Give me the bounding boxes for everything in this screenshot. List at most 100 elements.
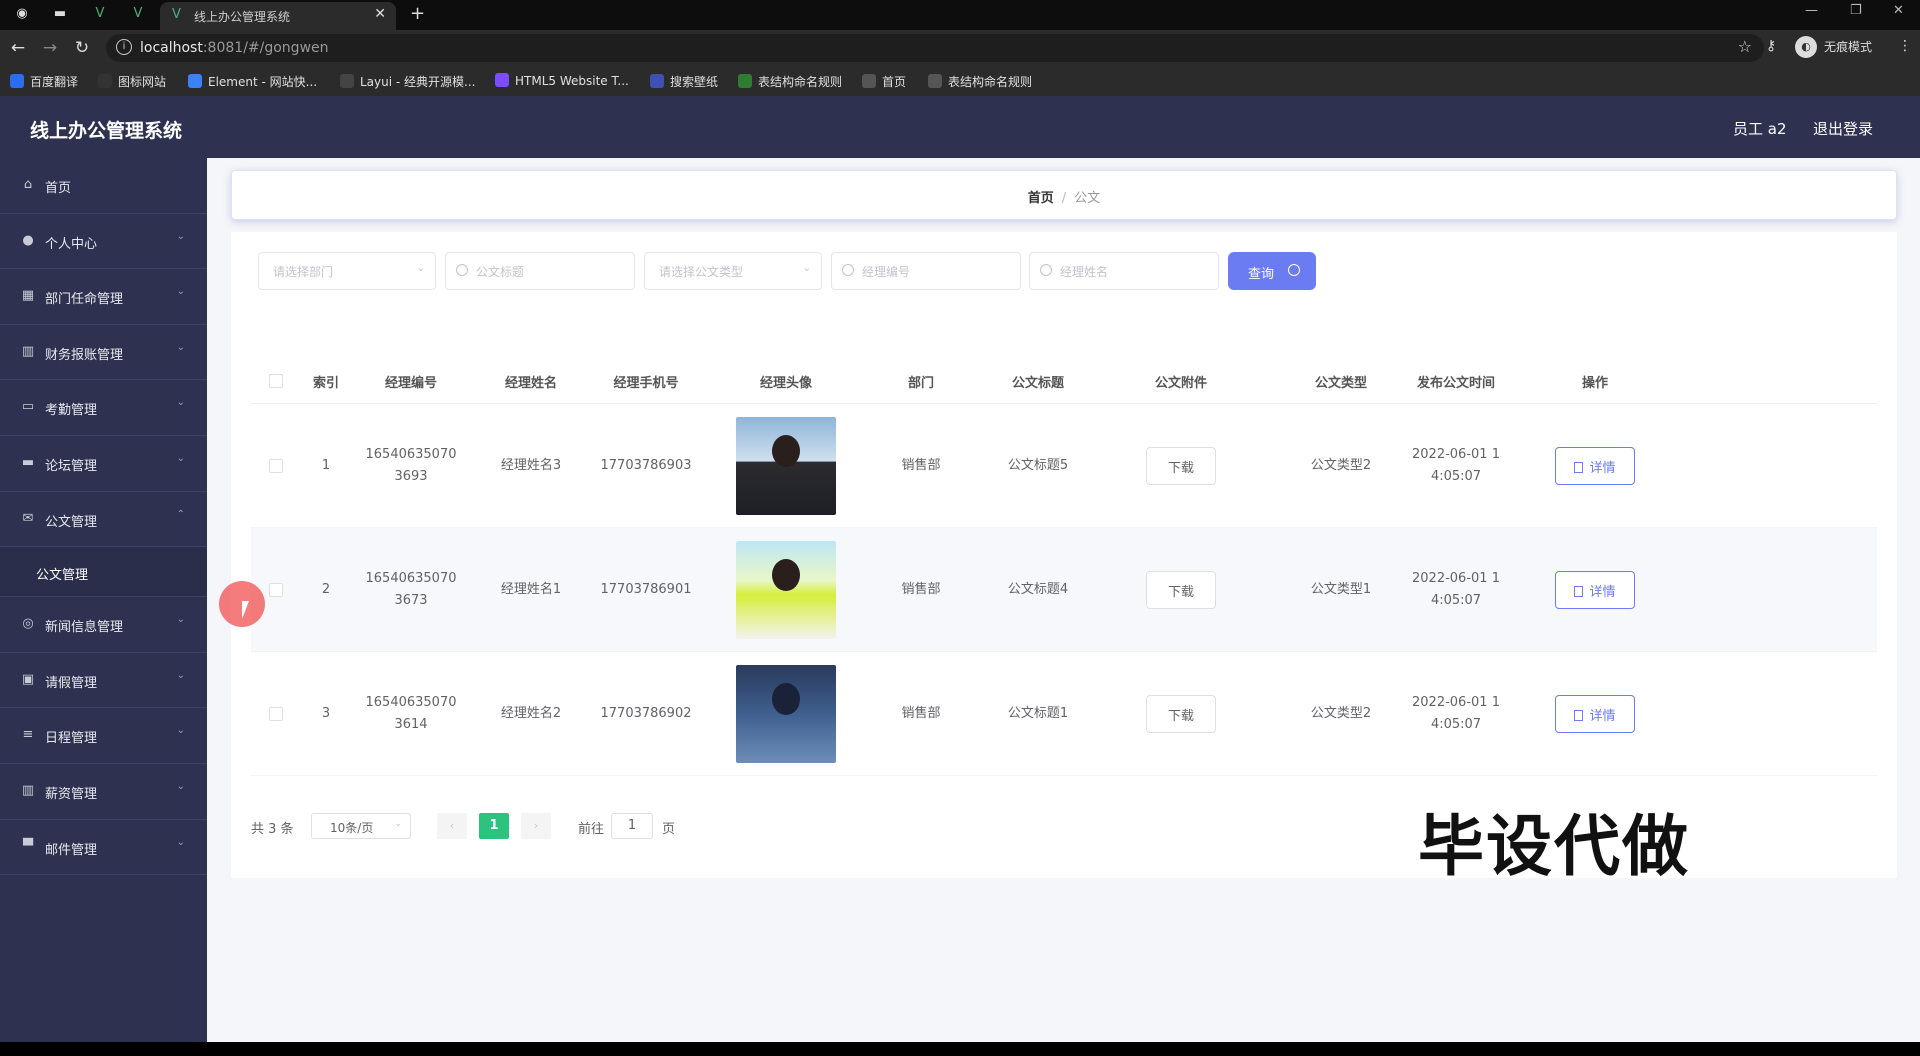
bookmark-item[interactable]: 百度翻译 — [10, 73, 78, 90]
bookmark-item[interactable]: Element - 网站快... — [188, 73, 317, 90]
bookmark-item[interactable]: HTML5 Website T... — [495, 73, 629, 88]
browser-tab-bar: ◉ ▬ V V V 线上办公管理系统 ✕ + — ❐ ✕ — [0, 0, 1920, 30]
bookmark-item[interactable]: 表结构命名规则 — [928, 73, 1032, 90]
incognito-icon[interactable]: ◐ — [1795, 36, 1817, 58]
sidebar-item[interactable]: ▥ 财务报账管理 ⌄ — [0, 325, 207, 381]
document-list-card: 请选择部门 ⌄ 公文标题 请选择公文类型 ⌄ 经理编号 经理姓名 查询 索引 经… — [231, 232, 1897, 878]
sidebar-item[interactable]: ▭ 考勤管理 ⌄ — [0, 380, 207, 436]
department-select[interactable]: 请选择部门 ⌄ — [258, 252, 436, 290]
bookmark-item[interactable]: 搜索壁纸 — [650, 73, 718, 90]
chevron-down-icon: ⌄ — [176, 669, 185, 681]
chevron-down-icon: ⌄ — [176, 614, 185, 626]
sidebar-subitem-doc-management[interactable]: 公文管理 — [0, 547, 207, 598]
active-tab[interactable]: V 线上办公管理系统 ✕ — [160, 2, 396, 30]
page-size-select[interactable]: 10条/页 ⌄ — [311, 813, 411, 839]
doc-title-input[interactable]: 公文标题 — [445, 252, 635, 290]
chevron-down-icon: ⌄ — [176, 286, 185, 298]
sidebar-item[interactable]: ▬ 论坛管理 ⌄ — [0, 436, 207, 492]
manager-name-input[interactable]: 经理姓名 — [1029, 252, 1219, 290]
download-button[interactable]: 下载 — [1146, 571, 1216, 609]
documents-table: 索引 经理编号 经理姓名 经理手机号 经理头像 部门 公文标题 公文附件 公文类… — [251, 354, 1877, 776]
vue-tab-icon-2[interactable]: V — [130, 6, 146, 22]
cell-publish-time-line: 2022-06-01 1 — [1412, 571, 1500, 586]
sidebar-item[interactable]: ▀ 邮件管理 ⌄ — [0, 820, 207, 876]
cell-doc-type: 公文类型2 — [1310, 458, 1372, 473]
sidebar-item[interactable]: ● 个人中心 ⌄ — [0, 214, 207, 270]
key-icon[interactable]: ⚷ — [1766, 38, 1776, 54]
reload-icon[interactable]: ↻ — [72, 38, 92, 58]
row-checkbox[interactable] — [269, 583, 283, 597]
monitor-icon: ▀ — [23, 838, 33, 854]
minimize-icon[interactable]: — — [1805, 3, 1818, 18]
info-icon[interactable]: i — [116, 39, 132, 55]
url-field[interactable]: i localhost:8081/#/gongwen ☆ — [106, 34, 1764, 62]
chevron-down-icon: ⌄ — [416, 263, 425, 274]
query-button[interactable]: 查询 — [1228, 252, 1316, 290]
back-icon[interactable]: ← — [8, 38, 28, 58]
bookmark-item[interactable]: 图标网站 — [98, 73, 166, 90]
bookmarks-bar: 百度翻译 图标网站 Element - 网站快... Layui - 经典开源模...… — [0, 66, 1920, 96]
close-tab-icon[interactable]: ✕ — [374, 6, 386, 22]
sidebar-item[interactable]: ✉ 公文管理 ⌃ — [0, 492, 207, 548]
bookmark-item[interactable]: 首页 — [862, 73, 906, 90]
sidebar-item[interactable]: ▦ 部门任命管理 ⌄ — [0, 269, 207, 325]
prev-page-button[interactable]: ‹ — [437, 813, 467, 839]
breadcrumb-home[interactable]: 首页 — [1028, 191, 1054, 206]
doc-type-select[interactable]: 请选择公文类型 ⌄ — [644, 252, 822, 290]
sidebar-item[interactable]: ≡ 日程管理 ⌄ — [0, 708, 207, 764]
detail-button[interactable]: 详情 — [1555, 447, 1635, 485]
vue-tab-icon[interactable]: V — [92, 6, 108, 22]
sidebar-item-label: 考勤管理 — [45, 403, 98, 419]
detail-button[interactable]: 详情 — [1555, 571, 1635, 609]
cell-manager-phone: 17703786902 — [600, 706, 692, 721]
cell-manager-no: 16540635070 3614 — [351, 692, 471, 736]
cell-manager-no-line: 16540635070 — [365, 695, 457, 710]
sidebar-item-label: 财务报账管理 — [45, 347, 124, 363]
tab-page-icon[interactable]: ▬ — [52, 6, 68, 22]
download-button[interactable]: 下载 — [1146, 695, 1216, 733]
message-icon: ▣ — [21, 671, 35, 687]
bookmark-favicon-icon — [495, 73, 509, 87]
close-window-icon[interactable]: ✕ — [1893, 3, 1904, 18]
sidebar-item[interactable]: ▣ 请假管理 ⌄ — [0, 653, 207, 709]
chevron-down-icon: ⌄ — [176, 780, 185, 792]
bookmark-favicon-icon — [650, 74, 664, 88]
ticket-icon: ▬ — [21, 454, 35, 470]
main-content: 首页 / 公文 请选择部门 ⌄ 公文标题 请选择公文类型 ⌄ 经理编号 经理姓名… — [207, 158, 1920, 1042]
cell-publish-time-line: 4:05:07 — [1430, 593, 1482, 608]
manager-avatar-image — [736, 417, 836, 515]
restore-icon[interactable]: ❐ — [1850, 3, 1862, 18]
manager-no-input[interactable]: 经理编号 — [831, 252, 1021, 290]
row-checkbox[interactable] — [269, 459, 283, 473]
cell-manager-no-line: 16540635070 — [365, 571, 457, 586]
goto-page-input[interactable]: 1 — [611, 813, 653, 839]
bookmark-item[interactable]: 表结构命名规则 — [738, 73, 842, 90]
sidebar: ⌂ 首页 ● 个人中心 ⌄ ▦ 部门任命管理 ⌄ ▥ 财务报账管理 ⌄ ▭ 考勤管理 ⌄ ▬ 论坛管理 ⌄ ✉ 公文… — [0, 158, 207, 1042]
browser-menu-icon[interactable]: ◉ — [14, 6, 30, 22]
th-manager-phone: 经理手机号 — [613, 376, 679, 391]
bookmark-item[interactable]: Layui - 经典开源模... — [340, 73, 475, 90]
incognito-label[interactable]: 无痕模式 — [1824, 38, 1872, 55]
cell-publish-time-line: 4:05:07 — [1430, 469, 1482, 484]
sidebar-item[interactable]: ▥ 薪资管理 ⌄ — [0, 764, 207, 820]
download-button[interactable]: 下载 — [1146, 447, 1216, 485]
cell-publish-time: 2022-06-01 1 4:05:07 — [1391, 692, 1521, 736]
select-all-checkbox[interactable] — [269, 374, 283, 388]
next-page-button[interactable]: › — [521, 813, 551, 839]
forward-icon[interactable]: → — [40, 38, 60, 58]
sidebar-item[interactable]: ◎ 新闻信息管理 ⌄ — [0, 597, 207, 653]
table-body: 1 16540635070 3693 经理姓名3 17703786903 销售部 公文标题5… — [251, 404, 1877, 776]
cell-doc-type: 公文类型1 — [1310, 582, 1372, 597]
more-menu-icon[interactable]: ⋮ — [1898, 38, 1912, 54]
detail-button[interactable]: 详情 — [1555, 695, 1635, 733]
new-tab-icon[interactable]: + — [410, 3, 425, 24]
manager-name-placeholder: 经理姓名 — [1060, 265, 1109, 279]
bookmark-star-icon[interactable]: ☆ — [1738, 37, 1752, 56]
pagination-total: 共 3 条 — [251, 822, 294, 837]
th-department: 部门 — [907, 376, 934, 391]
sidebar-item[interactable]: ⌂ 首页 — [0, 158, 207, 214]
logout-button[interactable]: 退出登录 — [1813, 118, 1873, 139]
sidebar-item-label: 论坛管理 — [45, 458, 98, 474]
page-1-button[interactable]: 1 — [479, 813, 509, 839]
row-checkbox[interactable] — [269, 707, 283, 721]
